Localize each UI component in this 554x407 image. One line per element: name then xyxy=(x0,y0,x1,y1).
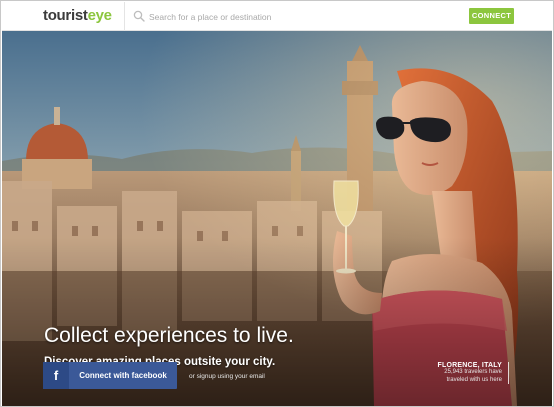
connect-facebook-label: Connect with facebook xyxy=(79,371,167,380)
search-icon xyxy=(133,10,145,22)
signup-email-link[interactable]: or signup using your email xyxy=(189,373,265,380)
location-name: FLORENCE, ITALY xyxy=(437,362,502,369)
logo-text-tourist: tourist xyxy=(43,7,88,24)
search-input[interactable] xyxy=(149,8,419,25)
hero-headline: Collect experiences to live. xyxy=(44,324,294,347)
hero-background-image xyxy=(2,31,552,406)
top-bar: touristeye CONNECT xyxy=(2,2,552,31)
connect-button[interactable]: CONNECT xyxy=(469,8,514,24)
hero-section: Collect experiences to live. Discover am… xyxy=(2,31,552,406)
logo[interactable]: touristeye xyxy=(43,7,112,24)
location-traveler-count: 25,943 travelers have traveled with us h… xyxy=(444,369,502,383)
header-divider xyxy=(124,2,125,31)
logo-text-eye: eye xyxy=(87,7,112,24)
location-caption: FLORENCE, ITALY 25,943 travelers have tr… xyxy=(432,362,509,384)
facebook-icon: f xyxy=(43,362,69,389)
connect-facebook-button[interactable]: f Connect with facebook xyxy=(43,362,177,389)
app-window: touristeye CONNECT xyxy=(0,0,554,407)
